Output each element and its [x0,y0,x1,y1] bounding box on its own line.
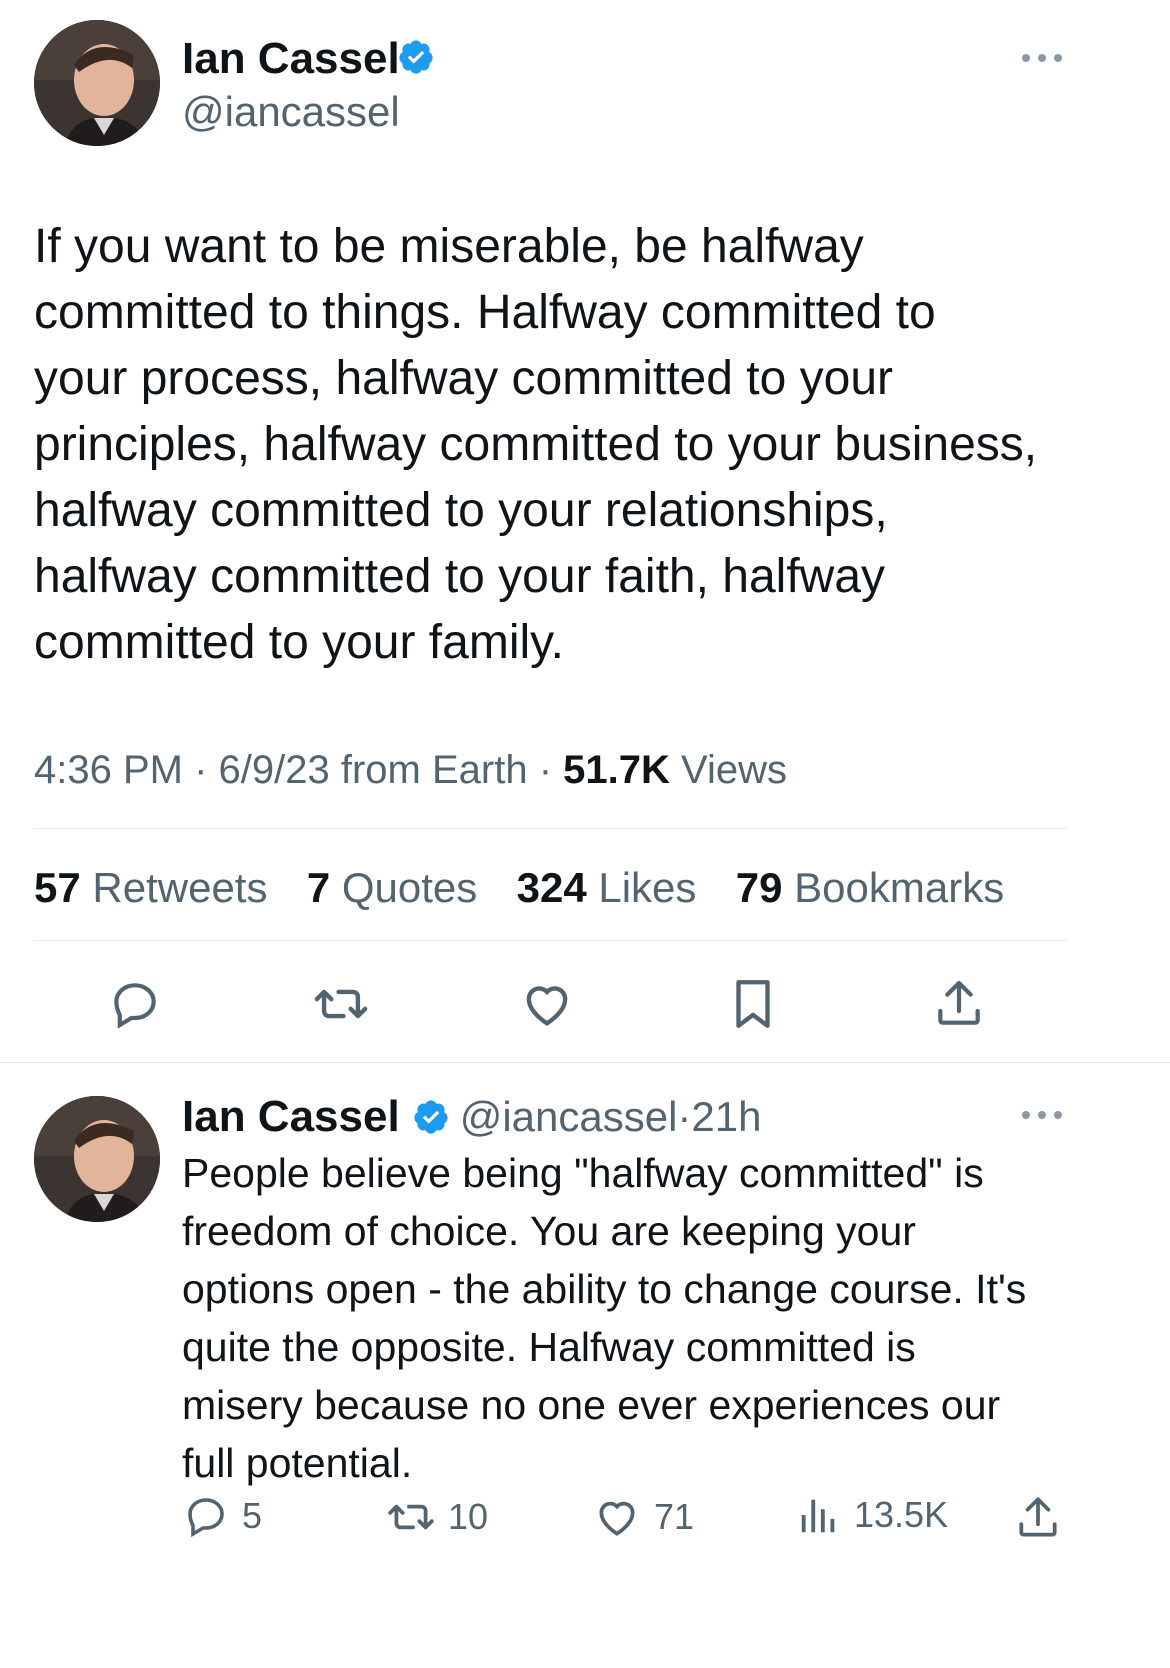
tweet-text-line: If you want to be miserable, be halfway [34,220,864,273]
share-button[interactable] [924,972,994,1036]
avatar-photo [34,1096,160,1222]
bookmark-button[interactable] [718,972,788,1036]
reply-button[interactable] [100,972,170,1036]
tweet-text-line: your process, halfway committed to your [34,352,894,405]
reply-text-line: People believe being "halfway committed"… [182,1150,984,1196]
reply-author-name[interactable]: Ian Cassel [182,1092,400,1142]
likes-count: 324 [516,864,587,911]
reply-header: Ian Cassel @iancassel · 21h [182,1092,762,1142]
reply-text-line: misery because no one ever experiences o… [182,1382,1001,1428]
like-count: 71 [654,1496,695,1537]
tweet-text: If you want to be miserable, be halfway … [34,214,1144,676]
reply-author-avatar[interactable] [34,1096,160,1222]
reply-author-handle[interactable]: @iancassel [460,1093,678,1141]
reply-more-icon[interactable] [1018,1100,1066,1130]
tweet-text-line: committed to things. Halfway committed t… [34,286,936,339]
verified-badge-icon [412,1098,450,1136]
tweet-date[interactable]: 6/9/23 from Earth [219,748,528,792]
like-icon [526,986,568,1026]
retweet-count: 10 [448,1496,489,1537]
bookmarks-stat[interactable]: 79 Bookmarks [736,864,1004,911]
likes-stat[interactable]: 324 Likes [517,864,697,911]
tweet-stats: 57 Retweets 7 Quotes 324 Likes 79 Bookma… [34,864,1004,912]
author-handle[interactable]: @iancassel [182,88,400,136]
likes-label: Likes [598,864,697,911]
share-icon [938,980,980,1025]
reply-text-line: quite the opposite. Halfway committed is [182,1324,916,1370]
reply-share-button[interactable] [1010,1490,1066,1546]
views-count: 51.7K [563,748,670,792]
quotes-label: Quotes [341,864,478,911]
tweet-text-line: halfway committed to your faith, halfway [34,550,886,603]
share-icon [1019,1497,1057,1537]
retweet-icon [314,989,368,1019]
quotes-stat[interactable]: 7 Quotes [307,864,477,911]
reply-text-line: freedom of choice. You are keeping your [182,1208,916,1254]
reply-age[interactable]: 21h [691,1093,761,1141]
meta-separator: · [538,748,564,792]
retweet-icon [388,1504,434,1530]
retweet-button[interactable] [306,972,376,1036]
retweets-stat[interactable]: 57 Retweets [34,864,267,911]
bookmark-icon [736,980,770,1028]
more-icon[interactable] [1018,40,1066,70]
reply-count: 5 [242,1495,263,1536]
reply-text-line: full potential. [182,1440,413,1486]
reply-text: People believe being "halfway committed"… [182,1144,1142,1492]
reply-reply-button[interactable]: 5 [182,1492,262,1540]
verified-badge-icon [397,38,435,76]
bookmarks-label: Bookmarks [794,864,1005,911]
meta-separator: · [677,1093,692,1140]
retweets-count: 57 [34,864,81,911]
author-name[interactable]: Ian Cassel [182,34,400,84]
avatar-photo [34,20,160,146]
tweet-text-line: halfway committed to your relationships, [34,484,888,537]
views-count: 13.5K [854,1494,949,1535]
reply-icon [114,983,156,1029]
divider [34,828,1066,829]
bookmarks-count: 79 [735,864,783,911]
quotes-count: 7 [306,864,331,911]
tweet-text-line: committed to your family. [34,616,564,669]
views-icon [801,1499,835,1533]
retweets-label: Retweets [92,864,268,911]
meta-separator: · [194,748,219,792]
reply-like-button[interactable]: 71 [592,1492,694,1542]
views-label: Views [681,748,787,792]
divider [0,1062,1170,1063]
divider [34,940,1066,941]
like-icon [599,1501,635,1536]
reply-retweet-button[interactable]: 10 [386,1492,488,1542]
tweet-time[interactable]: 4:36 PM [34,748,183,792]
like-button[interactable] [512,972,582,1036]
author-avatar[interactable] [34,20,160,146]
reply-text-line: options open - the ability to change cou… [182,1266,1027,1312]
tweet-text-line: principles, halfway committed to your bu… [34,418,1038,471]
reply-icon [188,1498,224,1538]
tweet-meta: 4:36 PM · 6/9/23 from Earth · 51.7K View… [34,748,787,793]
reply-views-button[interactable]: 13.5K [796,1492,948,1538]
